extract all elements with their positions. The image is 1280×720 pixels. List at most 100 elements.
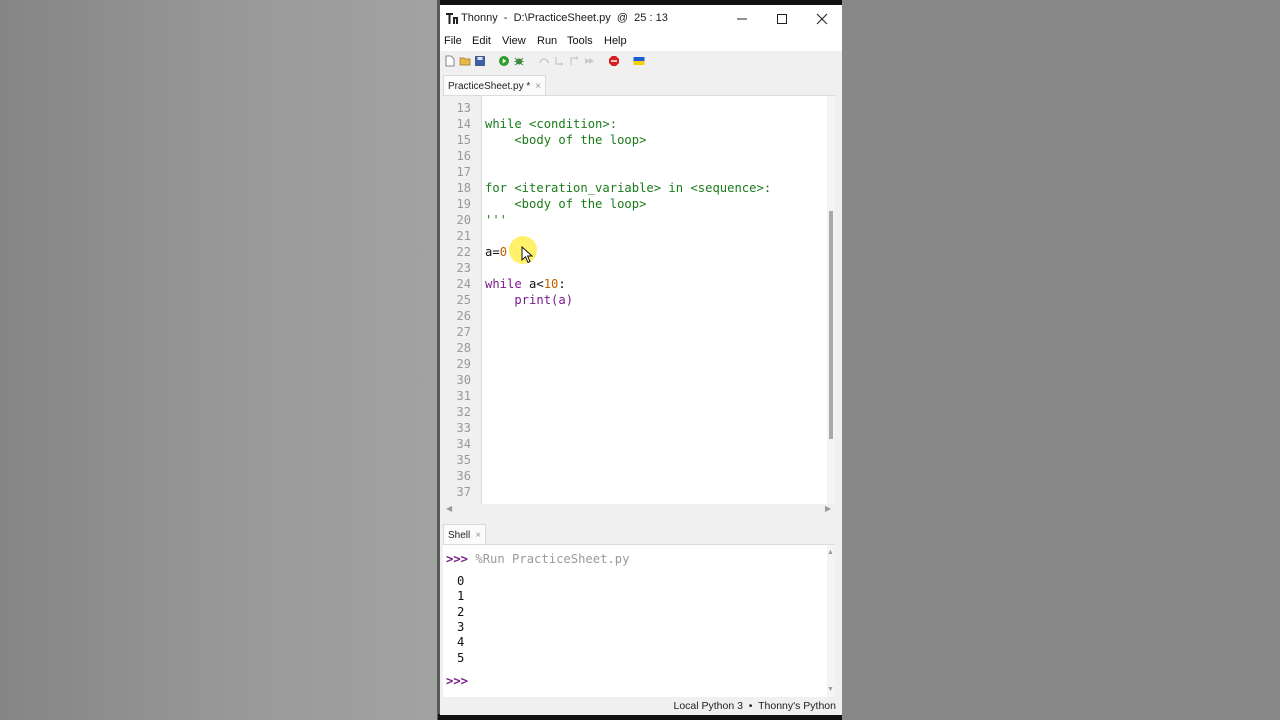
code-keyword: while <box>485 277 522 291</box>
thonny-app-icon <box>446 13 458 24</box>
code-line-20: ''' <box>485 213 508 227</box>
code-number: 10 <box>543 277 559 291</box>
line-number: 23 <box>456 261 471 275</box>
scroll-right-icon[interactable]: ▶ <box>825 504 831 513</box>
maximize-icon <box>777 14 787 24</box>
resume-icon[interactable] <box>583 55 595 67</box>
debug-icon[interactable] <box>513 55 525 67</box>
interpreter-status[interactable]: Local Python 3 • Thonny's Python <box>673 700 836 712</box>
code-line-18: for <iteration_variable> in <sequence>: <box>485 181 772 195</box>
line-number: 27 <box>456 325 471 339</box>
line-number: 31 <box>456 389 471 403</box>
ukraine-flag-icon[interactable] <box>633 55 645 67</box>
mouse-pointer-icon <box>521 246 534 264</box>
line-number: 33 <box>456 421 471 435</box>
code-line-14: while <condition>: <box>485 117 618 131</box>
code-line-24: while a<10: <box>485 276 566 292</box>
line-number: 28 <box>456 341 471 355</box>
tab-label: PracticeSheet.py * <box>448 80 531 92</box>
close-button[interactable] <box>802 5 842 33</box>
code-line-19: <body of the loop> <box>485 197 647 211</box>
thonny-window: Thonny - D:\PracticeSheet.py @ 25 : 13 F… <box>440 5 842 715</box>
scroll-left-icon[interactable]: ◀ <box>446 504 452 513</box>
menu-tools[interactable]: Tools <box>567 35 593 47</box>
line-number: 20 <box>456 213 471 227</box>
menu-run[interactable]: Run <box>537 35 557 47</box>
shell-prompt: >>> <box>446 552 469 566</box>
line-number-gutter: 13 14 15 16 17 18 19 20 21 22 23 24 25 2… <box>443 96 482 504</box>
shell-tab-label: Shell <box>448 529 471 541</box>
code-builtin-call: print(a) <box>514 293 574 307</box>
shell-output-line: 2 <box>457 604 465 619</box>
code-token: a= <box>485 245 500 259</box>
tab-shell[interactable]: Shell × <box>443 524 487 545</box>
open-folder-icon[interactable] <box>459 55 471 67</box>
line-number: 15 <box>456 133 471 147</box>
code-token: a< <box>521 277 544 291</box>
shell-panel[interactable]: >>> %Run PracticeSheet.py 0 1 2 3 4 5 >>… <box>443 544 835 697</box>
line-number: 19 <box>456 197 471 211</box>
shell-input-line[interactable]: >>> <box>446 674 468 688</box>
line-number: 24 <box>456 277 471 291</box>
editor-vertical-scrollbar[interactable] <box>827 96 835 504</box>
run-icon[interactable] <box>498 55 510 67</box>
line-number: 26 <box>456 309 471 323</box>
code-line-15: <body of the loop> <box>485 133 647 147</box>
right-background <box>842 0 1280 720</box>
code-line-22: a=0 <box>485 244 507 260</box>
line-number: 37 <box>456 485 471 499</box>
scroll-down-icon[interactable]: ▼ <box>827 686 834 693</box>
shell-output-line: 5 <box>457 650 465 665</box>
new-file-icon[interactable] <box>444 55 456 67</box>
step-out-icon[interactable] <box>568 55 580 67</box>
step-over-icon[interactable] <box>538 55 550 67</box>
line-number: 25 <box>456 293 471 307</box>
code-line-25: print(a) <box>485 292 573 308</box>
line-number: 29 <box>456 357 471 371</box>
toolbar <box>440 51 842 73</box>
step-into-icon[interactable] <box>553 55 565 67</box>
code-token: : <box>558 277 566 291</box>
window-title: Thonny - D:\PracticeSheet.py @ 25 : 13 <box>461 12 668 24</box>
menu-edit[interactable]: Edit <box>472 35 491 47</box>
stop-icon[interactable] <box>608 55 620 67</box>
close-icon <box>816 13 828 25</box>
shell-vertical-scrollbar[interactable]: ▲ ▼ <box>827 545 835 697</box>
shell-output-line: 4 <box>457 635 465 650</box>
line-number: 21 <box>456 229 471 243</box>
editor-tab-row: PracticeSheet.py * × <box>440 75 842 96</box>
menu-view[interactable]: View <box>502 35 526 47</box>
maximize-button[interactable] <box>762 5 802 33</box>
line-number: 18 <box>456 181 471 195</box>
editor-scroll-thumb[interactable] <box>829 211 833 439</box>
line-number: 30 <box>456 373 471 387</box>
line-number: 22 <box>456 245 471 259</box>
line-number: 17 <box>456 165 471 179</box>
menu-file[interactable]: File <box>444 35 462 47</box>
title-bar[interactable]: Thonny - D:\PracticeSheet.py @ 25 : 13 <box>440 5 842 33</box>
line-number: 14 <box>456 117 471 131</box>
line-number: 32 <box>456 405 471 419</box>
shell-tab-close-icon[interactable]: × <box>475 530 481 541</box>
menu-help[interactable]: Help <box>604 35 627 47</box>
line-number: 36 <box>456 469 471 483</box>
code-number: 0 <box>499 245 508 259</box>
shell-prompt: >>> <box>446 674 469 688</box>
scroll-up-icon[interactable]: ▲ <box>827 549 834 556</box>
save-icon[interactable] <box>474 55 486 67</box>
tab-practicesheet[interactable]: PracticeSheet.py * × <box>443 75 547 96</box>
line-number: 34 <box>456 437 471 451</box>
shell-tab-row: Shell × <box>440 524 842 545</box>
shell-output-line: 0 <box>457 574 465 588</box>
minimize-icon <box>737 18 747 20</box>
menu-bar: File Edit View Run Tools Help <box>440 33 842 51</box>
tab-close-icon[interactable]: × <box>535 81 541 92</box>
shell-run-command: %Run PracticeSheet.py <box>468 552 630 566</box>
code-editor[interactable]: 13 14 15 16 17 18 19 20 21 22 23 24 25 2… <box>443 95 835 504</box>
line-number: 35 <box>456 453 471 467</box>
minimize-button[interactable] <box>722 5 762 33</box>
editor-horizontal-scrollbar[interactable]: ◀ ▶ <box>443 504 835 516</box>
shell-output-line: 3 <box>457 619 465 634</box>
line-number: 13 <box>456 101 471 115</box>
